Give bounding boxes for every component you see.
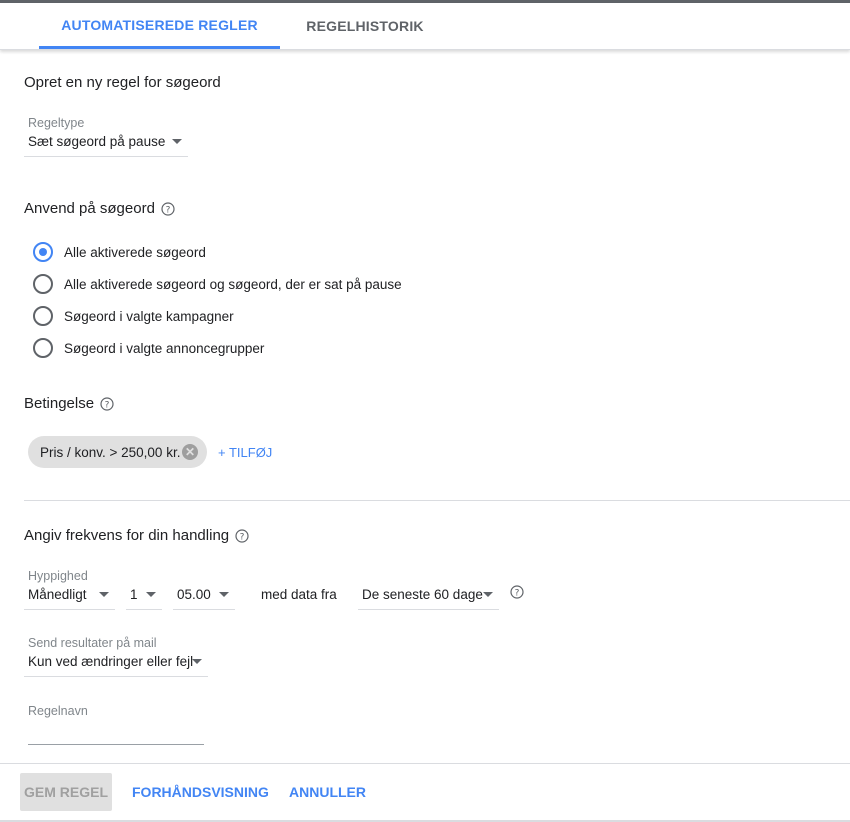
email-results-select[interactable]: Kun ved ændringer eller fejl [24,647,208,677]
rule-name-input[interactable] [28,744,204,745]
tab-rule-history[interactable]: REGELHISTORIK [285,3,445,49]
add-condition-button[interactable]: + TILFØJ [218,445,272,460]
rule-type-value: Sæt søgeord på pause [28,134,166,149]
svg-text:?: ? [240,532,245,542]
close-icon[interactable]: ✕ [182,444,198,460]
frequency-period-select[interactable]: Månedligt [24,580,115,610]
frequency-title: Angiv frekvens for din handling ? [24,527,249,544]
condition-title: Betingelse ? [24,395,114,412]
frequency-time-value: 05.00 [177,587,211,602]
frequency-time-select[interactable]: 05.00 [173,580,235,610]
radio-button-checked[interactable] [33,242,53,262]
condition-title-text: Betingelse [24,395,95,412]
chevron-down-icon [192,659,202,664]
apply-to-title-text: Anvend på søgeord [24,200,155,217]
radio-option-selected-ad-groups[interactable]: Søgeord i valgte annoncegrupper [33,338,264,358]
svg-text:?: ? [105,400,110,410]
svg-text:?: ? [515,588,520,598]
date-range-select[interactable]: De seneste 60 dage [358,580,499,610]
condition-chip[interactable]: Pris / konv. > 250,00 kr. ✕ [28,436,207,468]
chevron-down-icon [219,592,229,597]
chevron-down-icon [172,139,182,144]
tab-automated-rules[interactable]: AUTOMATISEREDE REGLER [39,3,280,49]
svg-text:?: ? [166,205,171,215]
radio-label: Alle aktiverede søgeord og søgeord, der … [64,276,402,292]
email-results-value: Kun ved ændringer eller fejl [28,654,194,669]
condition-chip-text: Pris / konv. > 250,00 kr. [40,444,181,460]
help-icon[interactable]: ? [161,201,175,216]
form-footer: GEM REGEL FORHÅNDSVISNING ANNULLER [0,763,850,822]
radio-label: Alle aktiverede søgeord [64,244,206,260]
chevron-down-icon [99,592,109,597]
cancel-button[interactable]: ANNULLER [289,773,366,811]
section-divider [24,500,850,501]
radio-option-selected-campaigns[interactable]: Søgeord i valgte kampagner [33,306,234,326]
chevron-down-icon [146,592,156,597]
frequency-title-text: Angiv frekvens for din handling [24,527,230,544]
preview-button[interactable]: FORHÅNDSVISNING [132,773,269,811]
apply-to-title: Anvend på søgeord ? [24,200,175,217]
radio-option-all-enabled-and-paused[interactable]: Alle aktiverede søgeord og søgeord, der … [33,274,402,294]
frequency-day-select[interactable]: 1 [126,580,162,610]
radio-button[interactable] [33,338,53,358]
save-rule-button[interactable]: GEM REGEL [20,773,112,811]
help-icon[interactable]: ? [100,396,114,411]
radio-label: Søgeord i valgte annoncegrupper [64,340,265,356]
radio-option-all-enabled[interactable]: Alle aktiverede søgeord [33,242,206,262]
radio-button[interactable] [33,306,53,326]
chevron-down-icon [483,592,493,597]
frequency-day-value: 1 [130,587,138,602]
data-from-text: med data fra [261,587,337,602]
radio-label: Søgeord i valgte kampagner [64,308,234,324]
help-icon[interactable]: ? [510,585,524,599]
date-range-value: De seneste 60 dage [362,587,483,602]
rule-type-select[interactable]: Sæt søgeord på pause [24,127,188,157]
radio-button[interactable] [33,274,53,294]
tab-bar: AUTOMATISEREDE REGLER REGELHISTORIK [0,3,850,50]
form-title: Opret en ny regel for søgeord [24,74,221,91]
help-icon[interactable]: ? [235,528,249,543]
frequency-period-value: Månedligt [28,587,87,602]
rule-name-label: Regelnavn [28,704,88,718]
